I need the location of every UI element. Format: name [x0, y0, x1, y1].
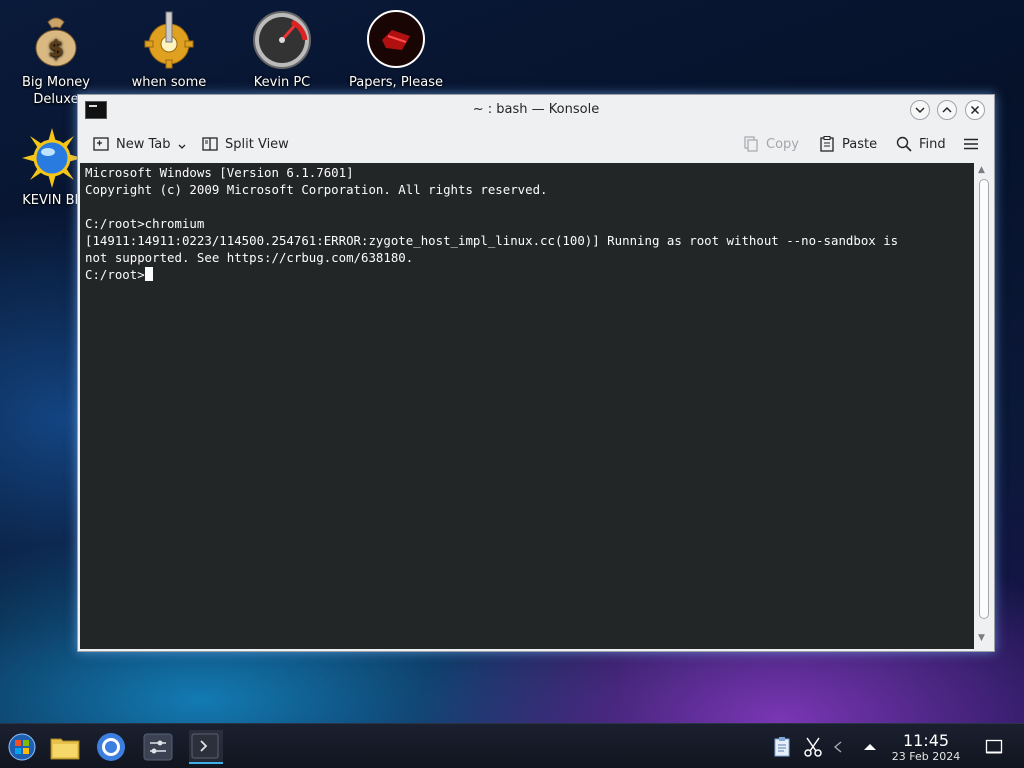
start-menu-button[interactable] — [6, 731, 38, 763]
chevron-up-icon — [942, 106, 952, 113]
scroll-down-icon[interactable]: ▼ — [978, 633, 985, 643]
terminal-prompt-line: C:/root> — [85, 266, 969, 283]
split-view-icon — [202, 137, 218, 151]
desktop-icon-when-some[interactable]: when some — [113, 10, 225, 91]
show-desktop-icon — [985, 739, 1003, 754]
find-button[interactable]: Find — [895, 135, 946, 153]
desktop-icon-label: when some — [131, 75, 207, 90]
chevron-down-icon[interactable] — [177, 142, 187, 152]
chromium-button[interactable] — [95, 731, 127, 763]
paste-button[interactable]: Paste — [818, 135, 877, 153]
desktop-icon-label: Kevin PC — [253, 75, 311, 90]
terminal-line: Copyright (c) 2009 Microsoft Corporation… — [85, 182, 548, 197]
money-bag-icon: $ — [26, 10, 86, 70]
new-tab-button[interactable]: New Tab — [92, 135, 187, 153]
settings-sliders-icon — [143, 733, 173, 761]
svg-text:$: $ — [48, 37, 63, 62]
settings-button[interactable] — [142, 731, 174, 763]
terminal-icon — [191, 733, 219, 759]
screenshot-tray-button[interactable] — [801, 735, 825, 759]
clipboard-icon — [774, 737, 790, 757]
toolbar: New Tab Split View Copy Paste Find — [78, 125, 994, 163]
hamburger-menu-icon — [964, 138, 978, 150]
volume-tray-button[interactable] — [831, 739, 845, 753]
paste-label: Paste — [842, 136, 878, 152]
terminal-output[interactable]: Microsoft Windows [Version 6.1.7601] Copy… — [80, 163, 974, 649]
chevron-down-icon — [915, 107, 925, 114]
desktop-icon-label: Papers, Please — [348, 75, 444, 90]
new-tab-label: New Tab — [116, 136, 171, 152]
find-label: Find — [919, 136, 946, 152]
paste-icon — [820, 136, 834, 152]
title-bar[interactable]: ~ : bash — Konsole — [78, 95, 994, 125]
system-tray-expand-button[interactable] — [862, 739, 878, 753]
terminal-line: Microsoft Windows [Version 6.1.7601] — [85, 165, 354, 180]
konsole-taskbar-button[interactable] — [189, 730, 223, 764]
chromium-icon — [97, 733, 125, 761]
maximize-button[interactable] — [937, 100, 957, 120]
copy-label: Copy — [766, 136, 799, 152]
sun-globe-icon — [22, 128, 82, 188]
clock-time: 11:45 — [902, 731, 950, 750]
gear-icon — [139, 10, 199, 70]
scroll-up-icon[interactable]: ▲ — [978, 165, 985, 175]
hamburger-menu-button[interactable] — [962, 135, 980, 153]
vertical-scrollbar[interactable]: ▲ ▼ — [974, 163, 994, 649]
scrollbar-thumb[interactable] — [979, 179, 989, 619]
speaker-icon — [833, 741, 842, 753]
papers-please-icon — [366, 10, 426, 70]
new-tab-icon — [93, 137, 109, 151]
show-desktop-button[interactable] — [985, 738, 1003, 756]
taskbar: 11:45 23 Feb 2024 — [0, 723, 1024, 768]
copy-button[interactable]: Copy — [742, 135, 799, 153]
terminal-line: not supported. See https://crbug.com/638… — [85, 250, 414, 265]
desktop-icon-kevin-pc[interactable]: Kevin PC — [226, 10, 338, 91]
window-title: ~ : bash — Konsole — [472, 102, 600, 117]
konsole-window[interactable]: ~ : bash — Konsole New Tab Split View Co… — [77, 94, 995, 652]
clipboard-tray-button[interactable] — [770, 735, 794, 759]
split-view-label: Split View — [225, 136, 289, 152]
search-icon — [896, 136, 912, 152]
chevron-up-icon — [864, 744, 876, 750]
clock-date: 23 Feb 2024 — [891, 750, 961, 763]
copy-icon — [744, 136, 758, 152]
terminal-line: C:/root>chromium — [85, 216, 205, 231]
text-cursor — [144, 267, 153, 281]
terminal-line: [14911:14911:0223/114500.254761:ERROR:zy… — [85, 233, 899, 248]
desktop-icon-papers-please[interactable]: Papers, Please — [340, 10, 452, 91]
file-manager-button[interactable] — [49, 731, 81, 763]
close-button[interactable] — [965, 100, 985, 120]
close-icon — [970, 105, 980, 115]
digital-clock[interactable]: 11:45 23 Feb 2024 — [886, 732, 966, 764]
minimize-button[interactable] — [910, 100, 930, 120]
folder-icon — [50, 738, 80, 760]
scissors-icon — [804, 737, 822, 757]
windows-logo-icon — [8, 733, 36, 761]
split-view-button[interactable]: Split View — [201, 135, 289, 153]
terminal-prompt: C:/root> — [85, 267, 145, 282]
gauge-icon — [252, 10, 312, 70]
